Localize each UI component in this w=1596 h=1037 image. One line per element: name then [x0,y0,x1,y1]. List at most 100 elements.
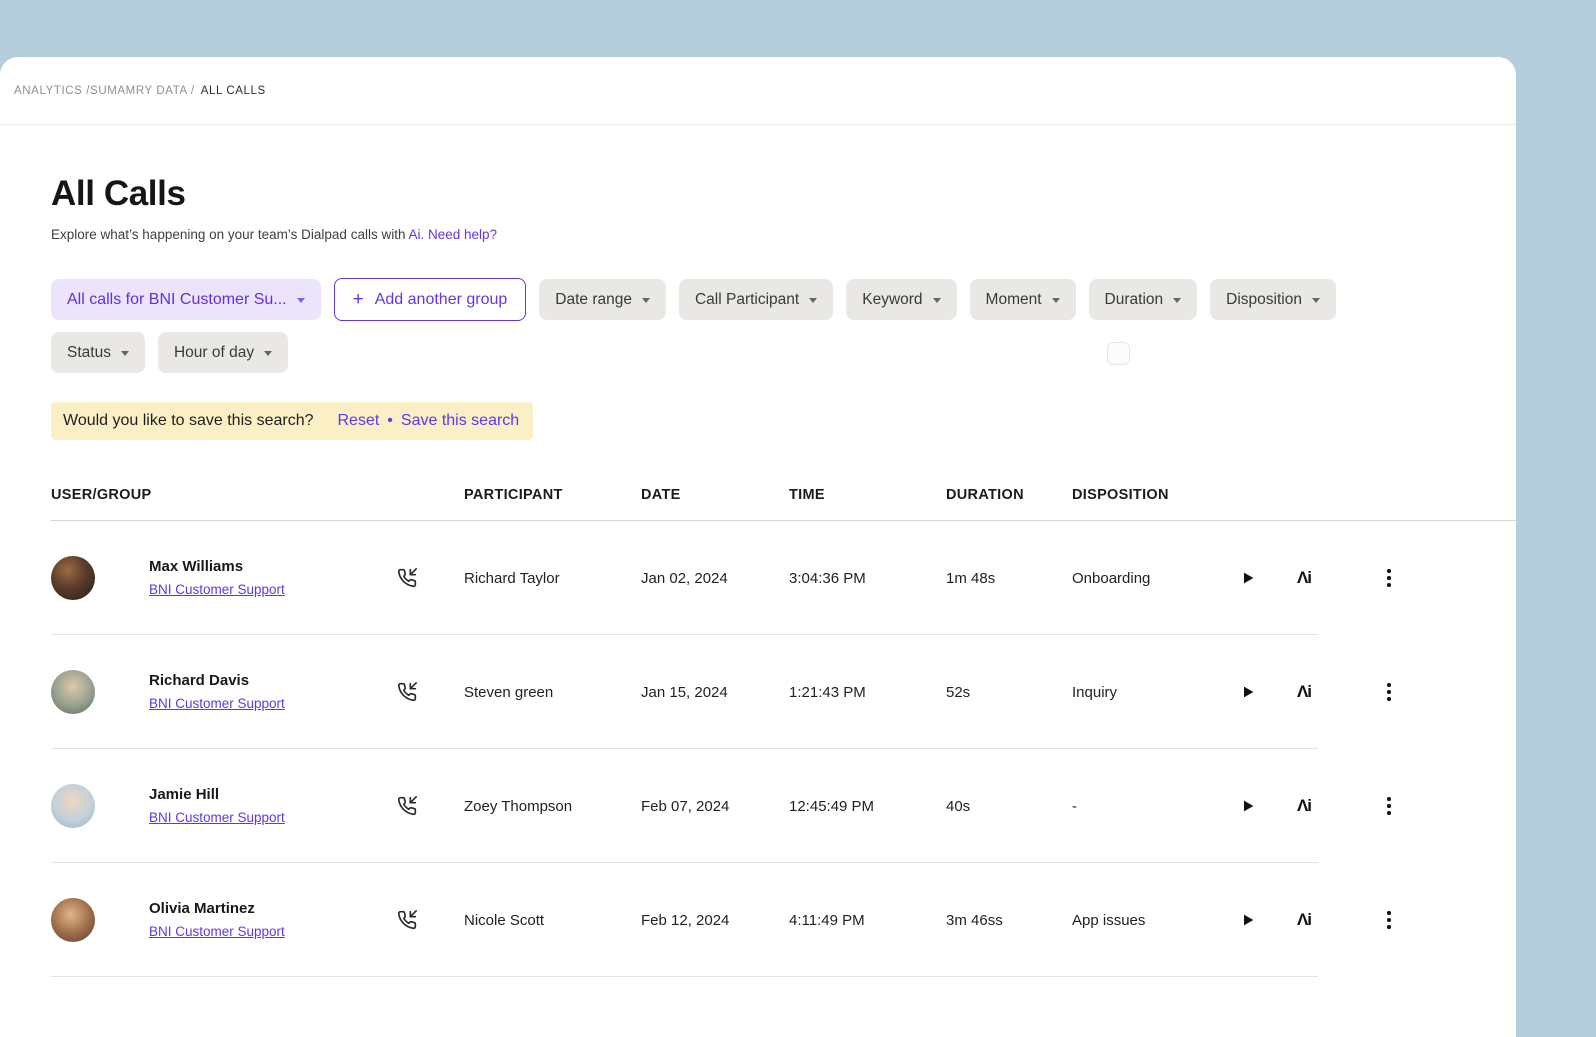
play-icon [1240,684,1256,700]
play-icon [1240,912,1256,928]
play-recording-button[interactable] [1230,560,1266,596]
phone-incoming-icon [395,796,464,816]
chevron-down-icon [642,298,650,303]
filter-label: Hour of day [174,344,254,362]
date-cell: Feb 12, 2024 [641,912,789,929]
chevron-down-icon [1052,298,1060,303]
header-time: TIME [789,487,946,503]
table-row: Max Williams BNI Customer Support Richar… [51,521,1516,635]
header-participant: PARTICIPANT [464,487,641,503]
play-icon [1240,570,1256,586]
add-group-label: Add another group [375,291,508,309]
breadcrumb-bar: ANALYTICS /SUMAMRY DATA / ALL CALLS [0,57,1516,125]
filter-keyword[interactable]: Keyword [846,279,956,320]
ai-icon: Λi [1297,682,1311,702]
save-search-banner: Would you like to save this search? Rese… [51,402,533,440]
avatar [51,556,95,600]
ai-transcript-button[interactable]: Λi [1286,902,1322,938]
time-cell: 1:21:43 PM [789,684,946,701]
chevron-down-icon [297,298,305,303]
avatar [51,898,95,942]
user-group-link[interactable]: BNI Customer Support [149,810,285,825]
filter-date-range[interactable]: Date range [539,279,666,320]
user-name: Jamie Hill [149,786,285,803]
time-cell: 4:11:49 PM [789,912,946,929]
play-recording-button[interactable] [1230,674,1266,710]
play-recording-button[interactable] [1230,902,1266,938]
kebab-icon [1387,797,1391,801]
row-menu-button[interactable] [1371,788,1407,824]
user-group-link[interactable]: BNI Customer Support [149,696,285,711]
plus-icon: + [353,290,364,309]
user-group-link[interactable]: BNI Customer Support [149,924,285,939]
filter-label: Moment [986,291,1042,309]
reset-search-link[interactable]: Reset [338,412,380,430]
filter-disposition[interactable]: Disposition [1210,279,1336,320]
filter-label: Call Participant [695,291,799,309]
ai-transcript-button[interactable]: Λi [1286,788,1322,824]
filter-moment[interactable]: Moment [970,279,1076,320]
chevron-down-icon [809,298,817,303]
ai-transcript-button[interactable]: Λi [1286,560,1322,596]
disposition-cell: - [1072,798,1230,815]
user-name: Olivia Martinez [149,900,285,917]
date-cell: Jan 02, 2024 [641,570,789,587]
avatar [51,670,95,714]
add-group-button[interactable]: + Add another group [334,278,527,321]
chevron-down-icon [1173,298,1181,303]
filter-label: Disposition [1226,291,1302,309]
kebab-icon [1387,911,1391,915]
filter-label: Status [67,344,111,362]
participant-cell: Richard Taylor [464,570,641,587]
time-cell: 3:04:36 PM [789,570,946,587]
ai-transcript-button[interactable]: Λi [1286,674,1322,710]
phone-incoming-icon [395,682,464,702]
row-menu-button[interactable] [1371,560,1407,596]
save-search-question: Would you like to save this search? [63,412,314,430]
user-group-link[interactable]: BNI Customer Support [149,582,285,597]
duration-cell: 3m 46ss [946,912,1072,929]
chevron-down-icon [121,351,129,356]
disposition-cell: App issues [1072,912,1230,929]
table-row: Olivia Martinez BNI Customer Support Nic… [51,863,1516,977]
row-menu-button[interactable] [1371,674,1407,710]
breadcrumb-current: ALL CALLS [201,85,266,97]
filter-label: Date range [555,291,632,309]
breadcrumb: ANALYTICS /SUMAMRY DATA / ALL CALLS [14,85,266,97]
ai-icon: Λi [1297,568,1311,588]
group-filter-dropdown[interactable]: All calls for BNI Customer Su... [51,279,321,320]
participant-cell: Steven green [464,684,641,701]
filter-status[interactable]: Status [51,332,145,373]
filter-duration[interactable]: Duration [1089,279,1198,320]
avatar [51,784,95,828]
page-subtitle: Explore what’s happening on your team’s … [51,227,1516,242]
header-duration: DURATION [946,487,1072,503]
header-disposition: DISPOSITION [1072,487,1230,503]
disposition-cell: Onboarding [1072,570,1230,587]
save-search-link[interactable]: Save this search [401,412,519,430]
duration-cell: 1m 48s [946,570,1072,587]
ai-icon: Λi [1297,910,1311,930]
time-cell: 12:45:49 PM [789,798,946,815]
main-panel: ANALYTICS /SUMAMRY DATA / ALL CALLS All … [0,57,1516,1037]
phone-incoming-icon [395,568,464,588]
filter-call-participant[interactable]: Call Participant [679,279,833,320]
filter-hour-of-day[interactable]: Hour of day [158,332,288,373]
play-recording-button[interactable] [1230,788,1266,824]
unlabeled-checkbox[interactable] [1107,342,1130,365]
phone-incoming-icon [395,910,464,930]
participant-cell: Nicole Scott [464,912,641,929]
subtitle-text: Explore what’s happening on your team’s … [51,227,405,242]
row-menu-button[interactable] [1371,902,1407,938]
filter-bar: All calls for BNI Customer Su... + Add a… [51,278,1516,373]
group-filter-label: All calls for BNI Customer Su... [67,291,287,309]
breadcrumb-path[interactable]: ANALYTICS /SUMAMRY DATA / [14,85,195,97]
subtitle-help-link[interactable]: Ai. Need help? [408,227,497,242]
duration-cell: 52s [946,684,1072,701]
chevron-down-icon [264,351,272,356]
play-icon [1240,798,1256,814]
chevron-down-icon [933,298,941,303]
link-separator: • [387,412,393,430]
kebab-icon [1387,569,1391,573]
table-row: Richard Davis BNI Customer Support Steve… [51,635,1516,749]
